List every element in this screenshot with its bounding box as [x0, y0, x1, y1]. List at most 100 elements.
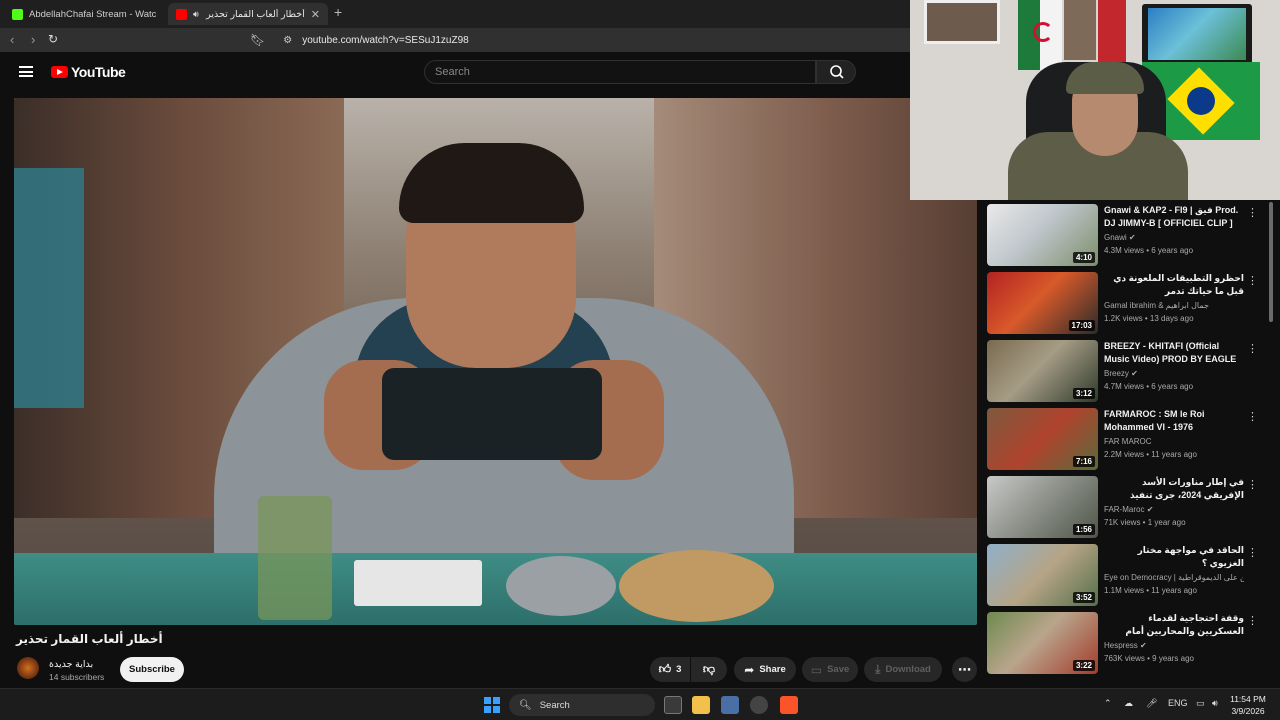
wall-picture [924, 0, 1000, 44]
volume-icon[interactable]: 🔊︎ [1212, 698, 1218, 709]
rec-title[interactable]: الحاقد في مواجهة مختار الغزيوي ؟ [1104, 544, 1244, 570]
speaker-icon[interactable]: 🔊︎ [193, 9, 199, 20]
list-item[interactable]: 3:52 الحاقد في مواجهة مختار الغزيوي ؟ Ey… [985, 543, 1265, 607]
subscriber-count: 14 subscribers [49, 672, 105, 682]
subscribe-button[interactable]: Subscribe [120, 657, 184, 682]
rec-title[interactable]: BREEZY - KHITAFI (Official Music Video) … [1104, 340, 1244, 367]
more-options-icon[interactable]: ⋮ [1247, 342, 1258, 355]
list-item[interactable]: 17:03 احظرو التطبيقات الملعونة دي قبل ما… [985, 271, 1265, 335]
list-item[interactable]: 7:16 FARMAROC : SM le Roi Mohammed VI - … [985, 407, 1265, 471]
site-info-icon[interactable]: ⚙ [283, 35, 292, 46]
download-icon: ⤓ [875, 662, 881, 676]
rec-channel[interactable]: Eye on Democracy | عين على الديموقراطية [1104, 573, 1244, 582]
rec-channel-name: Gnawi [1104, 233, 1127, 242]
video-player[interactable] [14, 98, 977, 625]
webcam-overlay [910, 0, 1280, 200]
list-item[interactable]: 1:56 في إطار مناورات الأسد الإفريقي 2024… [985, 475, 1265, 539]
network-icon[interactable]: ▭ [1196, 698, 1205, 709]
app-icon[interactable] [750, 696, 768, 714]
reload-icon[interactable]: ↻ [48, 32, 58, 46]
new-tab-icon[interactable]: + [334, 4, 342, 20]
rec-title[interactable]: في إطار مناورات الأسد الإفريقي 2024، جرى… [1104, 476, 1244, 503]
sidebar-scrollbar-thumb[interactable] [1269, 202, 1273, 322]
video-thumbnail[interactable]: 3:22 [987, 612, 1098, 674]
more-options-icon[interactable]: ⋮ [1247, 614, 1258, 627]
rec-channel[interactable]: Gamal ibrahim & جمال ابراهيم [1104, 301, 1244, 310]
morocco-flag [1098, 0, 1126, 64]
more-options-icon[interactable]: ⋮ [1247, 410, 1258, 423]
list-item[interactable]: 3:12 BREEZY - KHITAFI (Official Music Vi… [985, 339, 1265, 403]
taskbar-search[interactable]: 🔍︎ Search [509, 694, 655, 716]
url-field[interactable]: 🔖︎ ⚙ youtube.com/watch?v=SESuJ1zuZ98 [250, 31, 900, 49]
forward-icon[interactable]: › [31, 32, 35, 47]
duration-badge: 7:16 [1072, 456, 1095, 467]
duration-badge: 3:22 [1072, 660, 1095, 671]
more-options-icon[interactable]: ⋮ [1247, 206, 1258, 219]
tray-overflow-icon[interactable]: ⌃ [1104, 698, 1112, 709]
back-icon[interactable]: ‹ [10, 32, 14, 47]
search-input[interactable]: Search [424, 60, 816, 84]
channel-avatar[interactable] [17, 657, 39, 679]
rec-channel[interactable]: Hespress ✔ [1104, 641, 1244, 650]
cloud-icon[interactable]: ☁ [1124, 698, 1133, 709]
share-icon: ➦ [744, 662, 755, 677]
url-text[interactable]: youtube.com/watch?v=SESuJ1zuZ98 [302, 35, 468, 46]
list-item[interactable]: 4:10 Gnawi & KAP2 - FI9 | فيق Prod. DJ J… [985, 203, 1265, 267]
video-thumbnail[interactable]: 7:16 [987, 408, 1098, 470]
like-button[interactable]: 👍︎ 3 [650, 657, 690, 682]
download-button[interactable]: ⤓ Download [864, 657, 942, 682]
video-thumbnail[interactable]: 4:10 [987, 204, 1098, 266]
youtube-wordmark: YouTube [71, 64, 126, 80]
wall-poster [1064, 0, 1096, 60]
more-options-icon[interactable]: ⋮ [1247, 274, 1258, 287]
rec-channel[interactable]: FAR-Maroc ✔ [1104, 505, 1244, 514]
tab-stream[interactable]: AbdellahChafai Stream - Watch Live [4, 3, 164, 25]
rec-title[interactable]: Gnawi & KAP2 - FI9 | فيق Prod. DJ JIMMY-… [1104, 204, 1244, 230]
rec-channel[interactable]: Gnawi ✔ [1104, 233, 1244, 242]
microphone-icon[interactable]: 🎤︎ [1146, 698, 1157, 709]
camera-app-icon[interactable] [721, 696, 739, 714]
tab-youtube-video[interactable]: 🔊︎ أخطار ألعاب القمار تحذير - (84) ✕ [168, 3, 328, 25]
task-view-icon[interactable] [664, 696, 682, 714]
video-thumbnail[interactable]: 1:56 [987, 476, 1098, 538]
verified-icon: ✔ [1128, 233, 1136, 242]
brazil-flag-circle [1187, 87, 1215, 115]
video-thumbnail[interactable]: 3:12 [987, 340, 1098, 402]
list-item[interactable]: 3:22 وقفة احتجاجية لقدماء العسكريين والم… [985, 611, 1265, 675]
rec-title[interactable]: وقفة احتجاجية لقدماء العسكريين والمحاربي… [1104, 612, 1244, 639]
rec-meta: 4.3M views • 6 years ago [1104, 246, 1194, 255]
bookmark-icon[interactable]: 🔖︎ [250, 33, 265, 47]
system-clock[interactable]: 11:54 PM 3/9/2026 [1228, 693, 1268, 717]
video-frame-ashtray [619, 550, 774, 622]
video-frame-ashtray [506, 556, 616, 616]
rec-channel[interactable]: Breezy ✔ [1104, 369, 1244, 378]
share-button[interactable]: ➦ Share [734, 657, 796, 682]
more-options-icon[interactable]: ⋮ [1247, 478, 1258, 491]
rec-title[interactable]: FARMAROC : SM le Roi Mohammed VI - 1976 [1104, 408, 1244, 434]
windows-start-icon[interactable] [484, 697, 500, 713]
brave-browser-icon[interactable] [780, 696, 798, 714]
like-count: 3 [676, 664, 682, 675]
search-placeholder: Search [435, 66, 470, 78]
more-actions-button[interactable]: ⋯ [952, 657, 977, 682]
video-frame-hair [399, 143, 584, 223]
duration-badge: 17:03 [1068, 320, 1095, 331]
save-button[interactable]: ▭ Save [802, 657, 858, 682]
tv-screen [1148, 8, 1246, 60]
search-button[interactable] [816, 60, 856, 84]
dislike-button[interactable]: 👎︎ [691, 657, 727, 682]
duration-badge: 4:10 [1072, 252, 1095, 263]
close-tab-icon[interactable]: ✕ [311, 8, 320, 21]
menu-icon[interactable] [19, 66, 33, 77]
rec-channel[interactable]: FAR MAROC [1104, 437, 1244, 446]
rec-title[interactable]: احظرو التطبيقات الملعونة دي قبل ما حياتك… [1104, 272, 1244, 298]
search-icon [830, 65, 844, 79]
language-indicator[interactable]: ENG [1168, 698, 1188, 708]
youtube-logo[interactable]: YouTube [51, 64, 126, 80]
channel-name[interactable]: بداية جديدة [49, 659, 93, 670]
file-explorer-icon[interactable] [692, 696, 710, 714]
duration-badge: 1:56 [1072, 524, 1095, 535]
video-thumbnail[interactable]: 3:52 [987, 544, 1098, 606]
more-options-icon[interactable]: ⋮ [1247, 546, 1258, 559]
video-thumbnail[interactable]: 17:03 [987, 272, 1098, 334]
